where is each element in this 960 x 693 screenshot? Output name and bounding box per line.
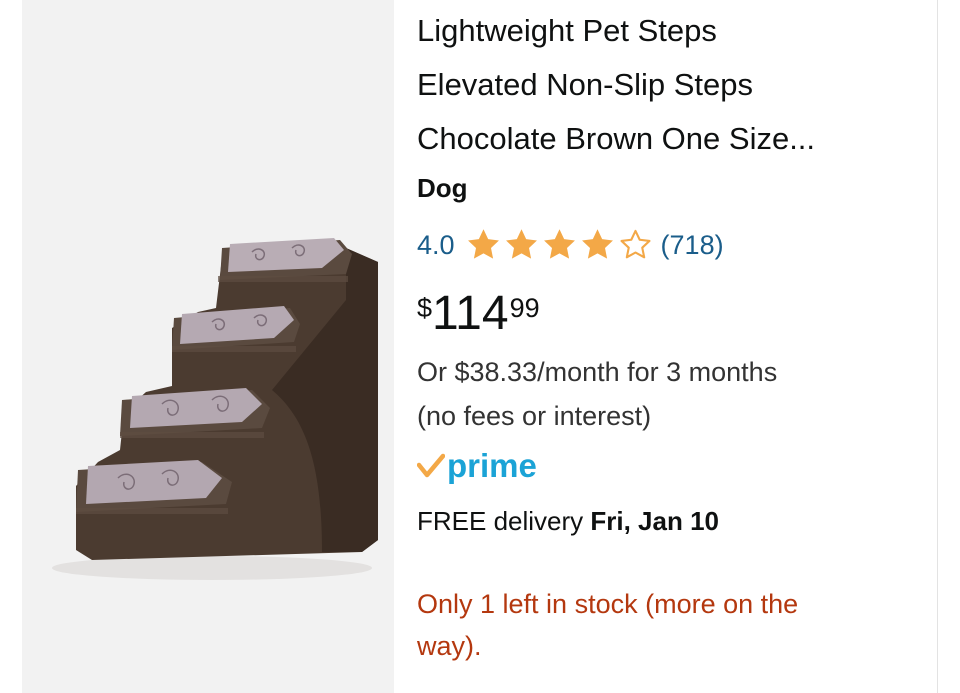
product-image-panel[interactable] [22, 0, 394, 693]
star-full-icon [581, 229, 613, 259]
delivery-info: FREE delivery Fri, Jan 10 [417, 506, 719, 537]
card-divider [937, 0, 938, 693]
pet-steps-image[interactable] [22, 0, 394, 693]
rating-stars[interactable] [465, 227, 655, 263]
price-fraction: 99 [509, 293, 540, 323]
rating-value: 4.0 [417, 229, 455, 260]
stock-status: Only 1 left in stock (more on the way). [417, 583, 907, 667]
product-title-line[interactable]: Chocolate Brown One Size... [417, 112, 927, 166]
prime-label: prime [447, 447, 537, 484]
star-full-icon [505, 229, 537, 259]
product-title-line[interactable]: Elevated Non-Slip Steps [417, 58, 927, 112]
price-whole: 114 [432, 287, 509, 340]
product-brand: Dog [417, 173, 468, 203]
price: $ 114 99 [417, 286, 540, 342]
prime-badge: prime [417, 446, 537, 486]
delivery-prefix: FREE delivery [417, 506, 591, 536]
delivery-date: Fri, Jan 10 [590, 506, 720, 536]
product-title-line[interactable]: Lightweight Pet Steps [417, 4, 927, 58]
star-full-icon [543, 229, 575, 259]
rating-row[interactable]: 4.0 (718) [417, 223, 724, 267]
stock-line: Only 1 left in stock (more on the [417, 589, 799, 619]
price-symbol: $ [417, 293, 433, 323]
stock-line: way). [417, 631, 482, 661]
installment-offer: Or $38.33/month for 3 months (no fees or… [417, 350, 927, 438]
product-title[interactable]: Lightweight Pet Steps Elevated Non-Slip … [417, 4, 927, 166]
prime-check-icon [417, 453, 445, 478]
installment-line: Or $38.33/month for 3 months [417, 357, 778, 387]
star-empty-icon [620, 229, 651, 259]
installment-line: (no fees or interest) [417, 401, 652, 431]
review-count[interactable]: (718) [661, 230, 724, 261]
star-full-icon [467, 229, 499, 259]
